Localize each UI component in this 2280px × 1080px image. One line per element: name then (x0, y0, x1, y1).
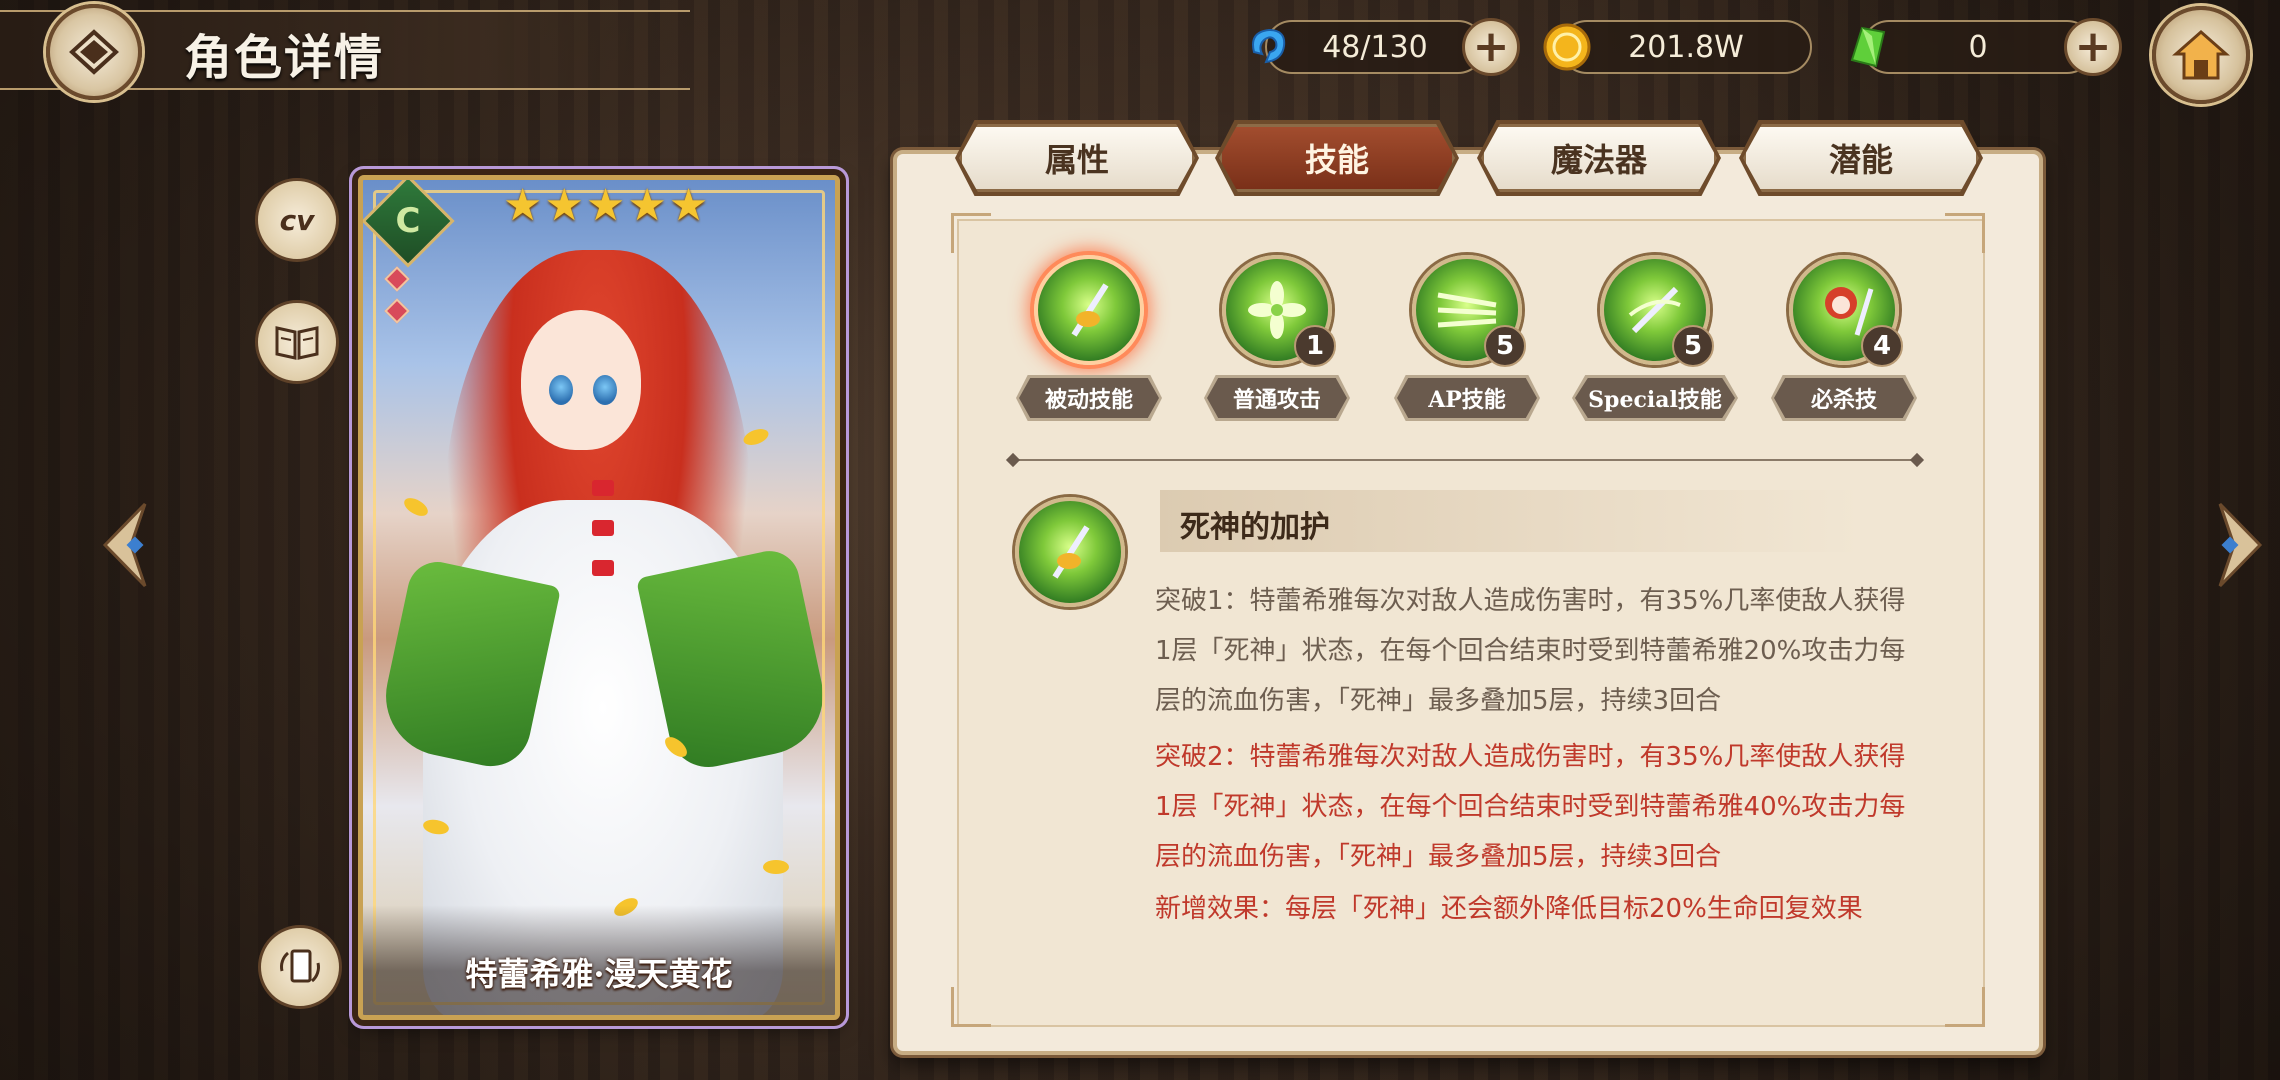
star-icon: ★ (503, 180, 543, 231)
green-crystal-icon (1842, 20, 1896, 74)
gold-counter: 201.8W (1560, 20, 1812, 74)
previous-character-arrow[interactable] (95, 500, 155, 590)
sword-bird-icon (1019, 501, 1121, 603)
skill-new-effect-description: 新增效果：每层「死神」还会额外降低目标20%生命回复效果 (1155, 894, 1863, 924)
story-book-button[interactable] (255, 300, 339, 384)
skill-label-passive: 被动技能 (1019, 378, 1159, 418)
star-icon: ★ (627, 180, 667, 231)
chevron-left-icon (102, 502, 147, 588)
selected-skill-icon (1015, 497, 1125, 607)
tab-skills[interactable]: 技能 (1219, 124, 1455, 192)
skill-passive[interactable] (1034, 255, 1144, 365)
panel-corner-deco (951, 987, 991, 1027)
skill-special[interactable]: 5 (1600, 255, 1714, 367)
home-icon (2172, 30, 2230, 80)
skill-label-ultimate: 必杀技 (1774, 378, 1914, 418)
chevron-right-icon (2218, 502, 2263, 588)
star-icon: ★ (668, 180, 709, 231)
skill-break1-description: 突破1：特蕾希雅每次对敌人造成伤害时，有35%几率使敌人获得 1层「死神」状态，… (1155, 586, 1906, 716)
cv-button[interactable]: cv (255, 178, 339, 262)
skill-title: 死神的加护 (1180, 510, 1330, 545)
skill-label-special: Special技能 (1575, 378, 1735, 418)
gem-value: 0 (1968, 29, 1988, 65)
stamina-counter: 48/130 (1265, 20, 1485, 74)
skill-ap[interactable]: 5 (1412, 255, 1526, 367)
page-title: 角色详情 (184, 30, 385, 86)
gem-counter: 0 (1862, 20, 2094, 74)
flip-card-button[interactable] (258, 925, 342, 1009)
blue-spirit-icon (1242, 20, 1296, 74)
character-card[interactable]: C ★ ★ ★ ★ ★ 特蕾希雅·漫天黄花 (358, 175, 840, 1020)
skill-level-badge: 4 (1861, 325, 1903, 367)
skill-level-badge: 5 (1672, 325, 1714, 367)
next-character-arrow[interactable] (2210, 500, 2270, 590)
add-stamina-button[interactable]: + (1462, 18, 1520, 76)
sword-bird-icon (1038, 259, 1140, 361)
panel-corner-deco (1945, 987, 1985, 1027)
gold-value: 201.8W (1628, 29, 1744, 65)
skill-label-ap: AP技能 (1397, 378, 1537, 418)
skill-ultimate[interactable]: 4 (1789, 255, 1903, 367)
skill-level-badge: 1 (1294, 325, 1336, 367)
skill-break2-description: 突破2：特蕾希雅每次对敌人造成伤害时，有35%几率使敌人获得 1层「死神」状态，… (1155, 742, 1906, 872)
rotate-card-icon (280, 949, 320, 983)
book-icon (275, 326, 319, 360)
cv-label: cv (279, 203, 315, 237)
add-gem-button[interactable]: + (2064, 18, 2122, 76)
skill-level-badge: 5 (1484, 325, 1526, 367)
skill-normal-attack[interactable]: 1 (1222, 255, 1336, 367)
home-button[interactable] (2152, 6, 2250, 104)
back-button[interactable] (46, 4, 142, 100)
stamina-value: 48/130 (1322, 29, 1428, 65)
star-icon: ★ (544, 180, 584, 231)
tab-magic-item[interactable]: 魔法器 (1481, 124, 1717, 192)
card-inner-frame (373, 190, 825, 1005)
card-character-name: 特蕾希雅·漫天黄花 (465, 955, 733, 993)
panel-corner-deco (1945, 213, 1985, 253)
panel-corner-deco (951, 213, 991, 253)
tab-potential[interactable]: 潜能 (1743, 124, 1979, 192)
gold-coin-icon (1540, 20, 1594, 74)
star-icon: ★ (585, 180, 626, 231)
star-rating: ★ ★ ★ ★ ★ (503, 184, 708, 228)
section-divider (1012, 459, 1918, 461)
back-arrow-icon (69, 29, 119, 75)
skill-label-normal-attack: 普通攻击 (1207, 378, 1347, 418)
tab-attributes[interactable]: 属性 (959, 124, 1195, 192)
